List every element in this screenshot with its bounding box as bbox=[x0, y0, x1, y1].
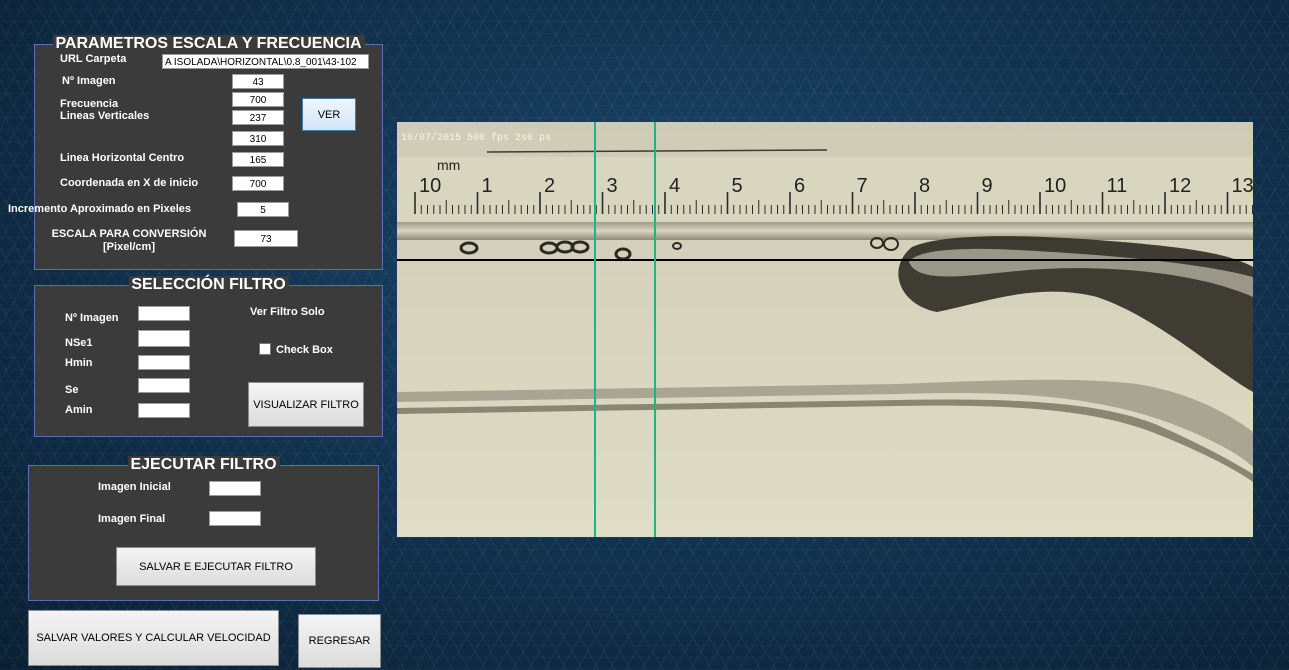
ver-filtro-solo-label: Ver Filtro Solo bbox=[250, 306, 325, 318]
linea-vertical-1-field[interactable]: 237 bbox=[232, 110, 284, 125]
checkbox-label: Check Box bbox=[276, 344, 333, 356]
coord-x-field[interactable]: 700 bbox=[232, 176, 284, 191]
escala-label-line1: ESCALA PARA CONVERSIÓN bbox=[51, 228, 207, 240]
ruler-number: 9 bbox=[982, 175, 993, 197]
ruler-number: 3 bbox=[607, 175, 618, 197]
nse1-field[interactable] bbox=[138, 330, 190, 347]
ruler-number: 10 bbox=[1044, 175, 1066, 197]
url-label: URL Carpeta bbox=[60, 53, 127, 65]
ruler-number: 10 bbox=[419, 175, 441, 197]
ruler-number: 1 bbox=[482, 175, 493, 197]
lineas-verticales-label: Lineas Verticales bbox=[60, 110, 150, 122]
ruler-number: 11 bbox=[1107, 175, 1128, 197]
imagen-final-field[interactable] bbox=[209, 511, 261, 526]
ruler-number: 5 bbox=[732, 175, 743, 197]
salvar-ejecutar-button[interactable]: SALVAR E EJECUTAR FILTRO bbox=[116, 547, 316, 586]
coord-x-label: Coordenada en X de inicio bbox=[60, 177, 199, 189]
ver-button[interactable]: VER bbox=[302, 98, 356, 131]
filtro-group-title: SELECCIÓN FILTRO bbox=[128, 276, 289, 294]
regresar-button[interactable]: REGRESAR bbox=[298, 614, 381, 668]
frame-image: 10/07/2015 500 fps 2s0 ps mm 10 1 2 3 4 5 6 7 8 9… bbox=[397, 122, 1253, 537]
escala-label: ESCALA PARA CONVERSIÓN [Pixel/cm] bbox=[44, 228, 214, 254]
se-field[interactable] bbox=[138, 378, 190, 393]
n-imagen-field[interactable]: 43 bbox=[232, 74, 284, 89]
visualizar-filtro-button[interactable]: VISUALIZAR FILTRO bbox=[248, 382, 364, 427]
filtro-n-imagen-field[interactable] bbox=[138, 306, 190, 321]
linea-vertical-2-field[interactable]: 310 bbox=[232, 131, 284, 146]
escala-label-line2: [Pixel/cm] bbox=[103, 241, 155, 253]
salvar-calcular-button[interactable]: SALVAR VALORES Y CALCULAR VELOCIDAD bbox=[28, 610, 279, 666]
filtro-n-imagen-label: Nº Imagen bbox=[65, 312, 119, 324]
n-imagen-label: Nº Imagen bbox=[62, 75, 116, 87]
hmin-label: Hmin bbox=[65, 357, 93, 369]
ruler-number: 6 bbox=[794, 175, 805, 197]
imagen-inicial-field[interactable] bbox=[209, 481, 261, 496]
nse1-label: NSe1 bbox=[65, 337, 93, 349]
ruler-number: 13 bbox=[1232, 175, 1254, 197]
linea-horizontal-field[interactable]: 165 bbox=[232, 152, 284, 167]
upper-tube-wall bbox=[397, 222, 1253, 240]
filtro-checkbox[interactable] bbox=[259, 343, 271, 355]
linea-horizontal-label: Linea Horizontal Centro bbox=[60, 152, 185, 164]
ruler-number: 4 bbox=[669, 175, 680, 197]
ruler-unit-label: mm bbox=[437, 157, 460, 173]
ruler-number: 8 bbox=[919, 175, 930, 197]
hmin-field[interactable] bbox=[138, 355, 190, 370]
ruler-number: 2 bbox=[544, 175, 555, 197]
imagen-final-label: Imagen Final bbox=[98, 513, 166, 525]
incremento-field[interactable]: 5 bbox=[237, 202, 289, 217]
frame-timestamp: 10/07/2015 500 fps 2s0 ps bbox=[401, 132, 551, 144]
amin-label: Amin bbox=[65, 404, 93, 416]
imagen-inicial-label: Imagen Inicial bbox=[98, 481, 171, 493]
ruler-number: 7 bbox=[857, 175, 868, 197]
url-field[interactable]: A ISOLADA\HORIZONTAL\0.8_001\43-102 bbox=[162, 54, 369, 69]
ejecutar-group-title: EJECUTAR FILTRO bbox=[127, 456, 280, 474]
frame-image-viewer[interactable]: 10/07/2015 500 fps 2s0 ps mm 10 1 2 3 4 5 6 7 8 9… bbox=[397, 122, 1253, 537]
params-group-title: PARAMETROS ESCALA Y FRECUENCIA bbox=[52, 35, 365, 53]
escala-field[interactable]: 73 bbox=[234, 230, 298, 247]
incremento-label: Incremento Aproximado en Pixeles bbox=[8, 203, 191, 215]
frecuencia-field[interactable]: 700 bbox=[232, 92, 284, 107]
se-label: Se bbox=[65, 384, 79, 396]
amin-field[interactable] bbox=[138, 403, 190, 418]
ruler-number: 12 bbox=[1169, 175, 1191, 197]
